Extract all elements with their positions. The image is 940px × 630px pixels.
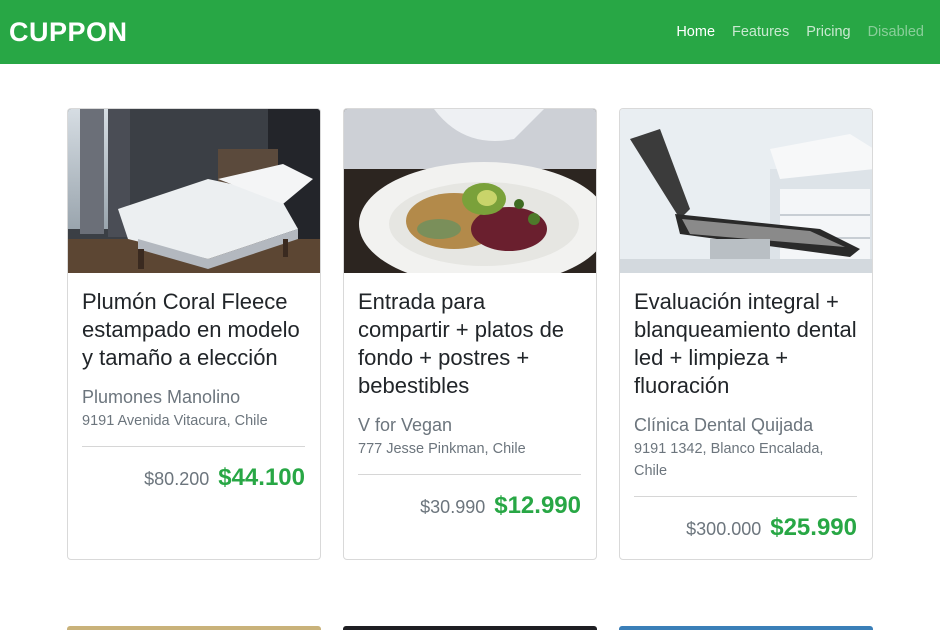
discount-price: $12.990 (494, 492, 581, 519)
next-card-top[interactable] (67, 626, 321, 630)
card-body: Plumón Coral Fleece estampado en modelo … (68, 273, 320, 508)
brand-logo[interactable]: CUPPON (9, 17, 128, 48)
nav-links: Home Features Pricing Disabled (676, 24, 924, 40)
next-card-top[interactable] (343, 626, 597, 630)
deal-image-dental-chair[interactable] (620, 109, 872, 273)
deal-card[interactable]: Evaluación integral + blanqueamiento den… (619, 108, 873, 560)
discount-price: $25.990 (770, 514, 857, 541)
card-body: Evaluación integral + blanqueamiento den… (620, 273, 872, 558)
deal-card[interactable]: Plumón Coral Fleece estampado en modelo … (67, 108, 321, 560)
deal-image-vegan-food[interactable] (344, 109, 596, 273)
merchant-name: Plumones Manolino (82, 387, 241, 407)
price-row: $80.200 $44.100 (82, 464, 305, 492)
original-price: $300.000 (686, 519, 762, 539)
divider (358, 474, 581, 475)
discount-price: $44.100 (218, 464, 305, 491)
navbar: CUPPON Home Features Pricing Disabled (0, 0, 940, 64)
divider (634, 496, 857, 497)
price-row: $300.000 $25.990 (634, 514, 857, 542)
merchant-address: 777 Jesse Pinkman, Chile (358, 441, 526, 457)
next-card-top[interactable] (619, 626, 873, 630)
deal-image-bedroom[interactable] (68, 109, 320, 273)
deal-title[interactable]: Entrada para compartir + platos de fondo… (358, 288, 581, 400)
deal-title[interactable]: Plumón Coral Fleece estampado en modelo … (82, 288, 305, 372)
merchant-address: 9191 Avenida Vitacura, Chile (82, 413, 268, 429)
original-price: $30.990 (420, 497, 486, 517)
merchant-name: V for Vegan (358, 415, 453, 435)
nav-disabled-link: Disabled (867, 24, 924, 40)
divider (82, 446, 305, 447)
merchant-address: 9191 1342, Blanco Encalada, Chile (634, 441, 824, 479)
price-row: $30.990 $12.990 (358, 492, 581, 520)
nav-pricing-link[interactable]: Pricing (806, 24, 850, 40)
card-body: Entrada para compartir + platos de fondo… (344, 273, 596, 536)
nav-features-link[interactable]: Features (732, 24, 789, 40)
nav-home-link[interactable]: Home (676, 24, 715, 40)
merchant-name: Clínica Dental Quijada (634, 415, 814, 435)
deal-title[interactable]: Evaluación integral + blanqueamiento den… (634, 288, 857, 400)
deal-card[interactable]: Entrada para compartir + platos de fondo… (343, 108, 597, 560)
original-price: $80.200 (144, 469, 210, 489)
